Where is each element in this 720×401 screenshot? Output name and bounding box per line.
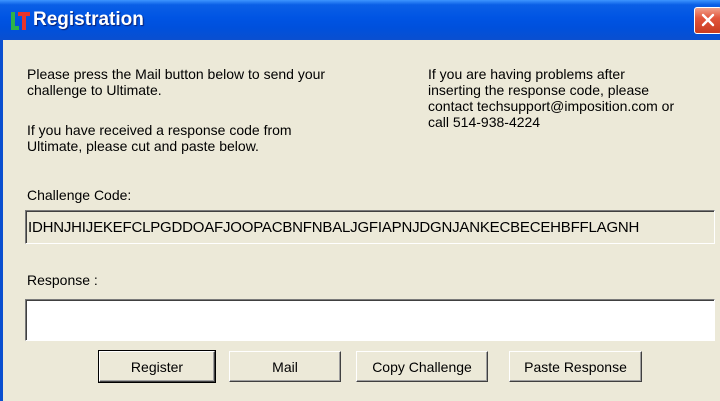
response-instruction-line2: Ultimate, please cut and paste below. [27, 138, 259, 154]
support-text-line3: contact techsupport@imposition.com or [428, 98, 675, 114]
mail-instruction-line2: challenge to Ultimate. [27, 82, 162, 98]
mail-instruction-line1: Please press the Mail button below to se… [27, 66, 326, 82]
support-text-line4: call 514-938-4224 [428, 114, 541, 130]
paste-response-button[interactable]: Paste Response [509, 351, 642, 382]
copy-challenge-button[interactable]: Copy Challenge [356, 351, 488, 382]
close-icon [701, 13, 715, 27]
support-text-line2: inserting the response code, please [428, 82, 650, 98]
response-instruction-line1: If you have received a response code fro… [27, 122, 292, 138]
challenge-code-label: Challenge Code: [27, 187, 132, 203]
register-button[interactable]: Register [98, 350, 216, 383]
support-text-line1: If you are having problems after [428, 66, 625, 82]
response-label: Response : [27, 272, 98, 288]
close-button[interactable] [694, 7, 720, 34]
response-input[interactable] [25, 299, 715, 341]
window-border [0, 40, 3, 401]
challenge-code-value: IDHNJHIJEKEFCLPGDDOAFJOOPACBNFNBALJGFIAP… [28, 219, 640, 236]
mail-button[interactable]: Mail [229, 351, 341, 382]
app-logo-icon [11, 12, 30, 30]
window-title: Registration [33, 9, 144, 30]
registration-dialog: Registration Please press the Mail butto… [0, 0, 720, 401]
challenge-code-field[interactable]: IDHNJHIJEKEFCLPGDDOAFJOOPACBNFNBALJGFIAP… [25, 210, 715, 244]
title-bar[interactable]: Registration [0, 0, 720, 40]
